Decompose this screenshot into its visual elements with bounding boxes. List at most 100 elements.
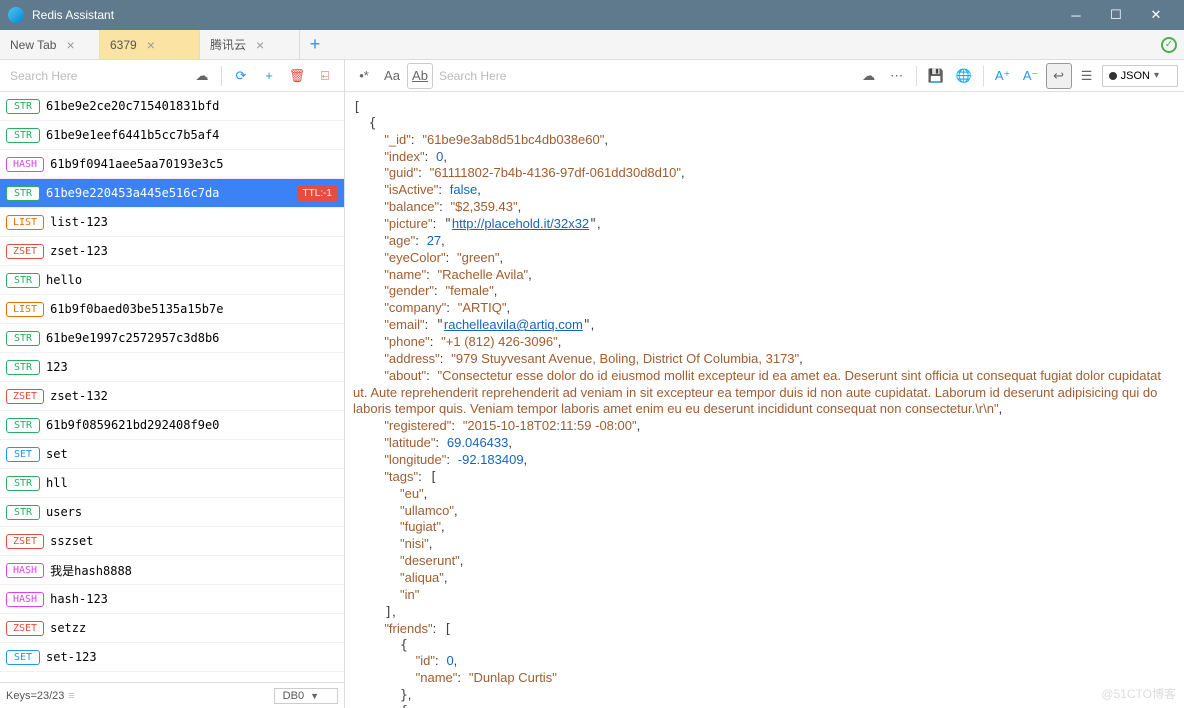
key-row[interactable]: ZSET sszset [0, 527, 344, 556]
key-type-badge: ZSET [6, 389, 44, 404]
key-row[interactable]: STR 61b9f0859621bd292408f9e0 [0, 411, 344, 440]
key-name: sszset [50, 534, 338, 548]
key-row[interactable]: ZSET zset-123 [0, 237, 344, 266]
case-ab-icon[interactable]: Ab [407, 63, 433, 89]
more-icon[interactable]: ⋯ [884, 63, 910, 89]
key-name: hello [46, 273, 338, 287]
save-button[interactable]: 💾 [923, 63, 949, 89]
format-select[interactable]: JSON▾ [1102, 65, 1178, 87]
export-button[interactable]: ⍇ [312, 63, 338, 89]
key-type-badge: HASH [6, 157, 44, 172]
database-select[interactable]: DB0▼ [274, 688, 338, 704]
key-row[interactable]: STR61be9e1eef6441b5cc7b5af4 [0, 121, 344, 150]
key-row[interactable]: HASH 61b9f0941aee5aa70193e3c5 [0, 150, 344, 179]
new-tab-button[interactable]: + [300, 30, 330, 59]
key-row[interactable]: HASH hash-123 [0, 585, 344, 614]
font-decrease-icon[interactable]: A⁻ [1018, 63, 1044, 89]
key-row[interactable]: LIST61b9f0baed03be5135a15b7e [0, 295, 344, 324]
key-name: zset-123 [50, 244, 338, 258]
bullet-icon[interactable]: •* [351, 63, 377, 89]
key-type-badge: HASH [6, 592, 44, 607]
sidebar: ☁ ⟳ + 🗑 ⍇ STR61be9e2ce20c715401831bfdSTR… [0, 60, 345, 708]
key-type-badge: ZSET [6, 244, 44, 259]
font-increase-icon[interactable]: A⁺ [990, 63, 1016, 89]
ttl-badge: TTL:-1 [297, 186, 338, 201]
key-row[interactable]: HASH我是hash8888 [0, 556, 344, 585]
key-type-badge: STR [6, 331, 40, 346]
cloud-sync-icon[interactable]: ☁ [189, 63, 215, 89]
key-type-badge: STR [6, 186, 40, 201]
key-type-badge: HASH [6, 563, 44, 578]
key-name: setzz [50, 621, 338, 635]
key-name: 61b9f0baed03be5135a15b7e [50, 302, 338, 316]
key-row[interactable]: SETset [0, 440, 344, 469]
key-name: 123 [46, 360, 338, 374]
filter-icon[interactable]: ≡ [68, 690, 74, 702]
key-list[interactable]: STR61be9e2ce20c715401831bfdSTR61be9e1eef… [0, 92, 344, 682]
key-name: 61b9f0941aee5aa70193e3c5 [50, 157, 338, 171]
key-row[interactable]: LIST list-123 [0, 208, 344, 237]
key-name: users [46, 505, 338, 519]
close-window-button[interactable]: ✕ [1136, 0, 1176, 30]
tab-close-icon[interactable]: × [256, 37, 264, 53]
content-search-input[interactable] [435, 65, 854, 87]
key-row[interactable]: STR users [0, 498, 344, 527]
key-type-badge: ZSET [6, 534, 44, 549]
tab-close-icon[interactable]: × [66, 37, 74, 53]
key-row[interactable]: ZSET zset-132 [0, 382, 344, 411]
key-name: 61be9e220453a445e516c7da [46, 186, 291, 200]
key-name: 61be9e1eef6441b5cc7b5af4 [46, 128, 338, 142]
key-type-badge: STR [6, 505, 40, 520]
refresh-button[interactable]: ⟳ [228, 63, 254, 89]
key-type-badge: LIST [6, 215, 44, 230]
tab-label: New Tab [10, 38, 56, 52]
tab-new-tab[interactable]: New Tab × [0, 30, 100, 59]
key-name: hash-123 [50, 592, 338, 606]
wrap-toggle-icon[interactable]: ↩ [1046, 63, 1072, 89]
key-name: 61be9e2ce20c715401831bfd [46, 99, 338, 113]
sidebar-search-input[interactable] [6, 65, 187, 87]
tab-label: 腾讯云 [210, 36, 246, 53]
key-row[interactable]: ZSET setzz [0, 614, 344, 643]
tab-腾讯云[interactable]: 腾讯云 × [200, 30, 300, 59]
key-row[interactable]: STR hll [0, 469, 344, 498]
key-name: 61be9e1997c2572957c3d8b6 [46, 331, 338, 345]
tabbar: New Tab × 6379 × 腾讯云 × + ✓ [0, 30, 1184, 60]
add-key-button[interactable]: + [256, 63, 282, 89]
cloud-upload-icon[interactable]: ☁ [856, 63, 882, 89]
key-row[interactable]: STR hello [0, 266, 344, 295]
key-row[interactable]: STR 61be9e1997c2572957c3d8b6 [0, 324, 344, 353]
delete-key-button[interactable]: 🗑 [284, 63, 310, 89]
connection-status-icon: ✓ [1154, 30, 1184, 59]
translate-icon[interactable]: 🌐 [951, 63, 977, 89]
key-count: Keys=23/23 [6, 690, 64, 702]
minimize-button[interactable]: ─ [1056, 0, 1096, 30]
key-row[interactable]: STR61be9e2ce20c715401831bfd [0, 92, 344, 121]
app-title: Redis Assistant [32, 8, 114, 22]
key-row[interactable]: SET set-123 [0, 643, 344, 672]
key-type-badge: STR [6, 273, 40, 288]
key-type-badge: ZSET [6, 621, 44, 636]
json-viewer[interactable]: [ { "_id": "61be9e3ab8d51bc4db038e60", "… [345, 92, 1184, 708]
key-type-badge: STR [6, 476, 40, 491]
app-logo-icon [8, 7, 24, 23]
tab-label: 6379 [110, 38, 137, 52]
key-row[interactable]: STR 61be9e220453a445e516c7da TTL:-1 [0, 179, 344, 208]
tab-close-icon[interactable]: × [147, 37, 155, 53]
key-row[interactable]: STR 123 [0, 353, 344, 382]
key-name: 61b9f0859621bd292408f9e0 [46, 418, 338, 432]
case-aa-icon[interactable]: Aa [379, 63, 405, 89]
key-name: list-123 [50, 215, 338, 229]
key-type-badge: STR [6, 418, 40, 433]
key-name: hll [46, 476, 338, 490]
tab-6379[interactable]: 6379 × [100, 30, 200, 59]
content-pane: •* Aa Ab ☁ ⋯ 💾 🌐 A⁺ A⁻ ↩ ☰ JSON▾ [ { "_i… [345, 60, 1184, 708]
sidebar-toolbar: ☁ ⟳ + 🗑 ⍇ [0, 60, 344, 92]
list-icon[interactable]: ☰ [1074, 63, 1100, 89]
key-name: zset-132 [50, 389, 338, 403]
key-type-badge: STR [6, 360, 40, 375]
maximize-button[interactable]: ☐ [1096, 0, 1136, 30]
key-name: set-123 [46, 650, 338, 664]
content-toolbar: •* Aa Ab ☁ ⋯ 💾 🌐 A⁺ A⁻ ↩ ☰ JSON▾ [345, 60, 1184, 92]
key-type-badge: SET [6, 650, 40, 665]
